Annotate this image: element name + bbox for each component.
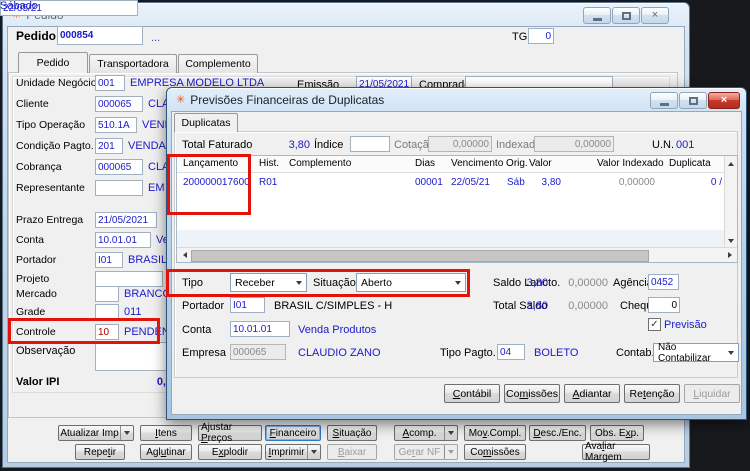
conta-dialog-input[interactable] [230, 321, 290, 337]
adiantar-button[interactable]: Adiantar [564, 384, 620, 403]
col-header-complemento[interactable]: Complemento [289, 158, 351, 169]
liquidar-button: Liquidar [684, 384, 740, 403]
table-row-stripe [177, 230, 724, 247]
duplicatas-table: Lançamento Hist. Complemento Dias Vencim… [176, 155, 738, 263]
comissoes-dialog-button[interactable]: Comissões [504, 384, 560, 403]
scroll-right-icon[interactable] [723, 248, 736, 262]
saldo-lancto-value: 3,80 [526, 277, 548, 289]
conta-dialog-label: Conta [182, 324, 212, 336]
cell-hist[interactable]: R01 [259, 177, 277, 188]
col-header-lancamento[interactable]: Lançamento [183, 158, 238, 169]
tab-duplicatas[interactable]: Duplicatas [174, 113, 238, 132]
cell-valor-indexado[interactable]: 0,00000 [597, 177, 655, 188]
total-saldo-value: 3,80 [526, 300, 548, 312]
saldo-lancto-indexado-value: 0,00000 [568, 277, 608, 289]
combo-arrow-icon [455, 280, 461, 285]
conta-desc: Venda Produtos [298, 324, 377, 336]
previsao-label: Previsão [664, 319, 707, 331]
situacao-label: Situação [313, 277, 356, 289]
empresa-label: Empresa [182, 347, 227, 359]
contab-select[interactable]: Não Contabilizar [653, 342, 739, 364]
tipo-pagto-input[interactable] [497, 344, 525, 360]
portador-desc: BRASIL C/SIMPLES - H [274, 300, 393, 312]
cotacao-input [428, 136, 492, 152]
table-vertical-scrollbar[interactable] [724, 156, 737, 248]
agencia-label: Agência [613, 277, 653, 289]
col-header-duplicata[interactable]: Duplicata [669, 158, 711, 169]
tipo-pagto-label: Tipo Pagto. [440, 347, 496, 359]
tipo-select[interactable]: Receber [230, 273, 307, 292]
un-value: 001 [676, 139, 695, 151]
vencto-weekday: Sábado [0, 0, 38, 12]
indice-label: Índice [314, 139, 344, 151]
scroll-left-icon[interactable] [178, 248, 191, 262]
combo-arrow-icon [728, 350, 734, 355]
table-horizontal-scrollbar[interactable] [177, 247, 737, 262]
portador-label: Portador [182, 300, 225, 312]
col-header-vencimento-orig[interactable]: Vencimento Orig. [451, 158, 528, 169]
col-header-valor-indexado[interactable]: Valor Indexado [597, 158, 664, 169]
portador-dialog-input[interactable] [230, 297, 265, 313]
indexado-input [534, 136, 614, 152]
col-header-dias[interactable]: Dias [415, 158, 435, 169]
col-header-hist[interactable]: Hist. [259, 158, 279, 169]
empresa-desc: CLAUDIO ZANO [298, 347, 381, 359]
col-header-valor[interactable]: Valor [529, 158, 552, 169]
scrollbar-thumb[interactable] [191, 250, 649, 262]
cell-dias[interactable]: 00001 [415, 177, 443, 188]
situacao-select[interactable]: Aberto [356, 273, 466, 292]
scroll-up-icon[interactable] [725, 157, 737, 170]
checkbox-check-icon: ✓ [650, 318, 659, 330]
total-faturado-label: Total Faturado [182, 139, 253, 151]
un-label: U.N. [652, 139, 674, 151]
cell-duplicata[interactable]: 0 / [672, 177, 722, 188]
cell-valor[interactable]: 3,80 [517, 177, 561, 188]
empresa-input [230, 344, 286, 360]
cheque-input[interactable] [648, 297, 680, 313]
contab-label: Contab. [616, 347, 655, 359]
retencao-button[interactable]: Retenção [624, 384, 680, 403]
indice-input[interactable] [350, 136, 390, 152]
tipo-pagto-desc: BOLETO [534, 347, 579, 359]
cell-lancamento[interactable]: 200000017600 [183, 177, 250, 188]
combo-arrow-icon [296, 280, 302, 285]
previsao-checkbox[interactable]: ✓ [648, 318, 661, 331]
agencia-input[interactable] [648, 274, 679, 290]
total-saldo-indexado-value: 0,00000 [568, 300, 608, 312]
contabil-button[interactable]: Contábil [444, 384, 500, 403]
total-faturado-value: 3,80 [288, 139, 310, 151]
scroll-down-icon[interactable] [725, 234, 737, 247]
cell-vencimento[interactable]: 22/05/21 [451, 177, 490, 188]
tipo-label: Tipo [182, 277, 203, 289]
